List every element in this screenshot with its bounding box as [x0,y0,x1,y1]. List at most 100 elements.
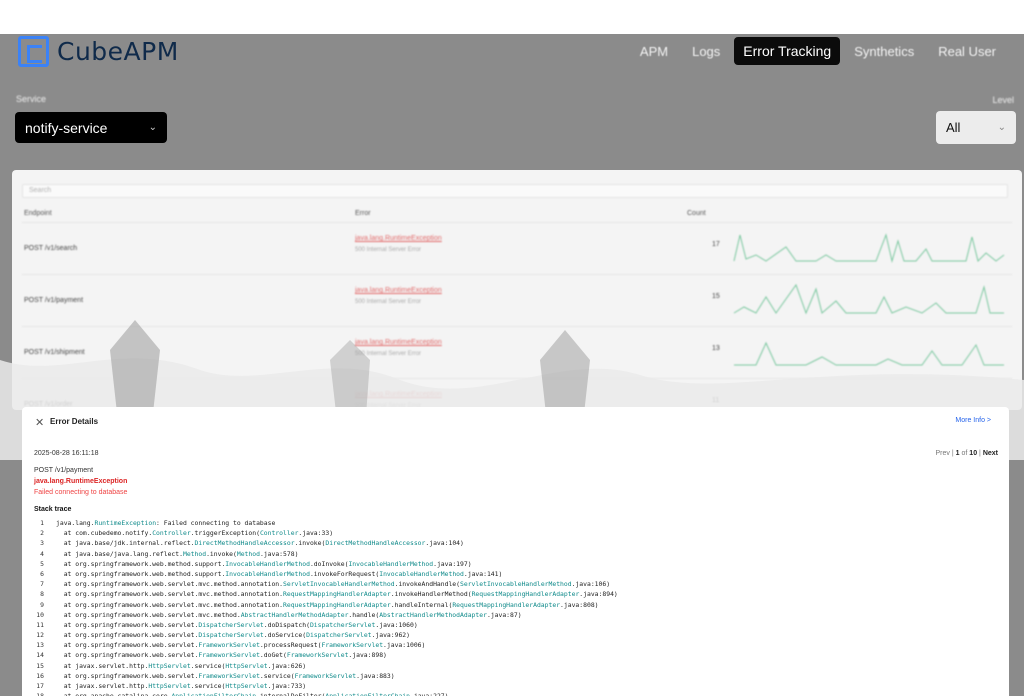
stack-line: 7 at org.springframework.web.servlet.mvc… [34,580,994,590]
top-nav: APM Logs Error Tracking Synthetics Real … [630,37,1006,65]
line-number: 6 [40,569,44,578]
sparkline [733,283,1004,315]
app-logo[interactable]: CubeAPM [18,36,179,67]
stack-frame: at org.springframework.web.servlet.mvc.m… [56,600,599,609]
stack-frame: at org.springframework.web.servlet.Frame… [56,651,387,660]
stack-frame: at org.springframework.web.servlet.Dispa… [56,631,411,640]
row-error[interactable]: java.lang.RuntimeException [355,391,442,398]
stack-frame: at java.base/java.lang.reflect.Method.in… [56,549,299,558]
stack-frame: at org.springframework.web.servlet.mvc.m… [56,590,618,599]
stack-line: 8 at org.springframework.web.servlet.mvc… [34,590,994,600]
table-row[interactable]: POST /v1/search java.lang.RuntimeExcepti… [22,222,1012,274]
stack-line: 6 at org.springframework.web.method.supp… [34,570,994,580]
line-number: 5 [40,559,44,568]
level-select[interactable]: All ⌄ [936,111,1016,144]
col-endpoint: Endpoint [24,210,52,217]
col-error: Error [355,210,371,217]
service-select[interactable]: notify-service ⌄ [15,112,167,143]
stack-frame: at javax.servlet.http.HttpServlet.servic… [56,661,307,670]
row-endpoint: POST /v1/search [24,245,78,252]
line-number: 9 [40,600,44,609]
chevron-down-icon: ⌄ [148,122,157,133]
row-endpoint: POST /v1/payment [24,297,84,304]
stack-line: 13 at org.springframework.web.servlet.Fr… [34,641,994,651]
nav-synthetics[interactable]: Synthetics [844,38,924,65]
nav-real-user[interactable]: Real User [928,38,1006,65]
current-page: 1 [955,450,960,457]
stack-frame: at java.base/jdk.internal.reflect.Direct… [56,539,464,548]
sparkline [733,233,1005,263]
service-value: notify-service [25,119,108,136]
page: CubeAPM APM Logs Error Tracking Syntheti… [0,0,1024,696]
row-status: 500 Internal Server Error [355,351,422,357]
row-count: 17 [712,241,720,248]
line-number: 1 [40,519,44,527]
stack-frame: at org.springframework.web.servlet.Frame… [56,671,395,680]
stack-line: 17 at javax.servlet.http.HttpServlet.ser… [34,682,994,692]
stack-frame: java.lang.RuntimeException: Failed conne… [56,519,276,527]
total-pages: 10 [969,450,978,457]
table-row[interactable]: POST /v1/shipment java.lang.RuntimeExcep… [22,326,1012,378]
line-number: 12 [36,631,44,640]
search-input[interactable]: Search [22,184,1008,198]
stack-line: 5 at org.springframework.web.method.supp… [34,560,994,570]
stack-frame: at javax.servlet.http.HttpServlet.servic… [56,682,307,690]
line-number: 8 [40,590,44,599]
nav-logs[interactable]: Logs [682,38,730,65]
row-error[interactable]: java.lang.RuntimeException [355,287,442,294]
error-timestamp: 2025-08-28 16:11:18 [34,450,99,457]
stack-frame: at org.springframework.web.method.suppor… [56,569,503,578]
pager: Prev | 1 of 10 | Next [935,450,998,457]
row-error[interactable]: java.lang.RuntimeException [355,339,442,346]
row-status: 500 Internal Server Error [355,247,422,253]
stack-frame: at org.apache.catalina.core.ApplicationF… [56,692,449,696]
stack-line: 4 at java.base/java.lang.reflect.Method.… [34,550,994,560]
close-icon[interactable]: ✕ [35,416,44,429]
stack-line: 14 at org.springframework.web.servlet.Fr… [34,651,994,661]
line-number: 16 [36,671,44,680]
sparkline [734,341,1004,366]
exception-name: java.lang.RuntimeException [34,478,128,485]
stack-line: 12 at org.springframework.web.servlet.Di… [34,631,994,641]
next-button[interactable]: Next [983,450,998,457]
service-label: Service [16,94,47,104]
line-number: 11 [36,620,44,629]
more-info-link[interactable]: More Info > [955,417,991,424]
app-name: CubeAPM [57,37,179,66]
nav-error-tracking[interactable]: Error Tracking [734,37,841,65]
stack-line: 11 at org.springframework.web.servlet.Di… [34,621,994,631]
stack-frame: at com.cubedemo.notify.Controller.trigge… [56,529,334,538]
stack-frame: at org.springframework.web.servlet.mvc.m… [56,580,611,589]
prev-button[interactable]: Prev [936,450,950,457]
line-number: 18 [34,692,56,696]
line-number: 10 [36,610,44,619]
stack-frame: at org.springframework.web.servlet.Frame… [56,641,426,650]
stack-line: 16 at org.springframework.web.servlet.Fr… [34,672,994,682]
line-number: 7 [40,580,44,589]
stack-trace: 1 java.lang.RuntimeException: Failed conn… [34,519,994,696]
line-number: 2 [40,529,44,538]
stack-line: 10 at org.springframework.web.servlet.mv… [34,611,994,621]
level-value: All [946,120,961,135]
chevron-down-icon: ⌄ [997,122,1006,133]
error-details-drawer: ✕ Error Details More Info > 2025-08-28 1… [22,407,1009,696]
row-endpoint: POST /v1/shipment [24,349,85,356]
stack-line: 2 at com.cubedemo.notify.Controller.trig… [34,529,994,539]
table-row[interactable]: POST /v1/payment java.lang.RuntimeExcept… [22,274,1012,326]
row-error[interactable]: java.lang.RuntimeException [355,235,442,242]
nav-apm[interactable]: APM [630,38,678,65]
row-count: 11 [712,397,720,404]
line-number: 14 [36,651,44,660]
line-number: 3 [40,539,44,548]
stack-trace-title: Stack trace [34,506,72,513]
line-number: 17 [36,682,44,690]
stack-frame: at org.springframework.web.method.suppor… [56,559,472,568]
row-count: 15 [712,293,720,300]
row-count: 13 [712,345,720,352]
stack-line: 9 at org.springframework.web.servlet.mvc… [34,601,994,611]
stack-line: 1 java.lang.RuntimeException: Failed conn… [34,519,994,529]
stack-line: 15 at javax.servlet.http.HttpServlet.ser… [34,662,994,672]
cube-logo-icon [18,36,49,67]
level-label: Level [992,95,1014,105]
stack-frame: at org.springframework.web.servlet.Dispa… [56,620,418,629]
